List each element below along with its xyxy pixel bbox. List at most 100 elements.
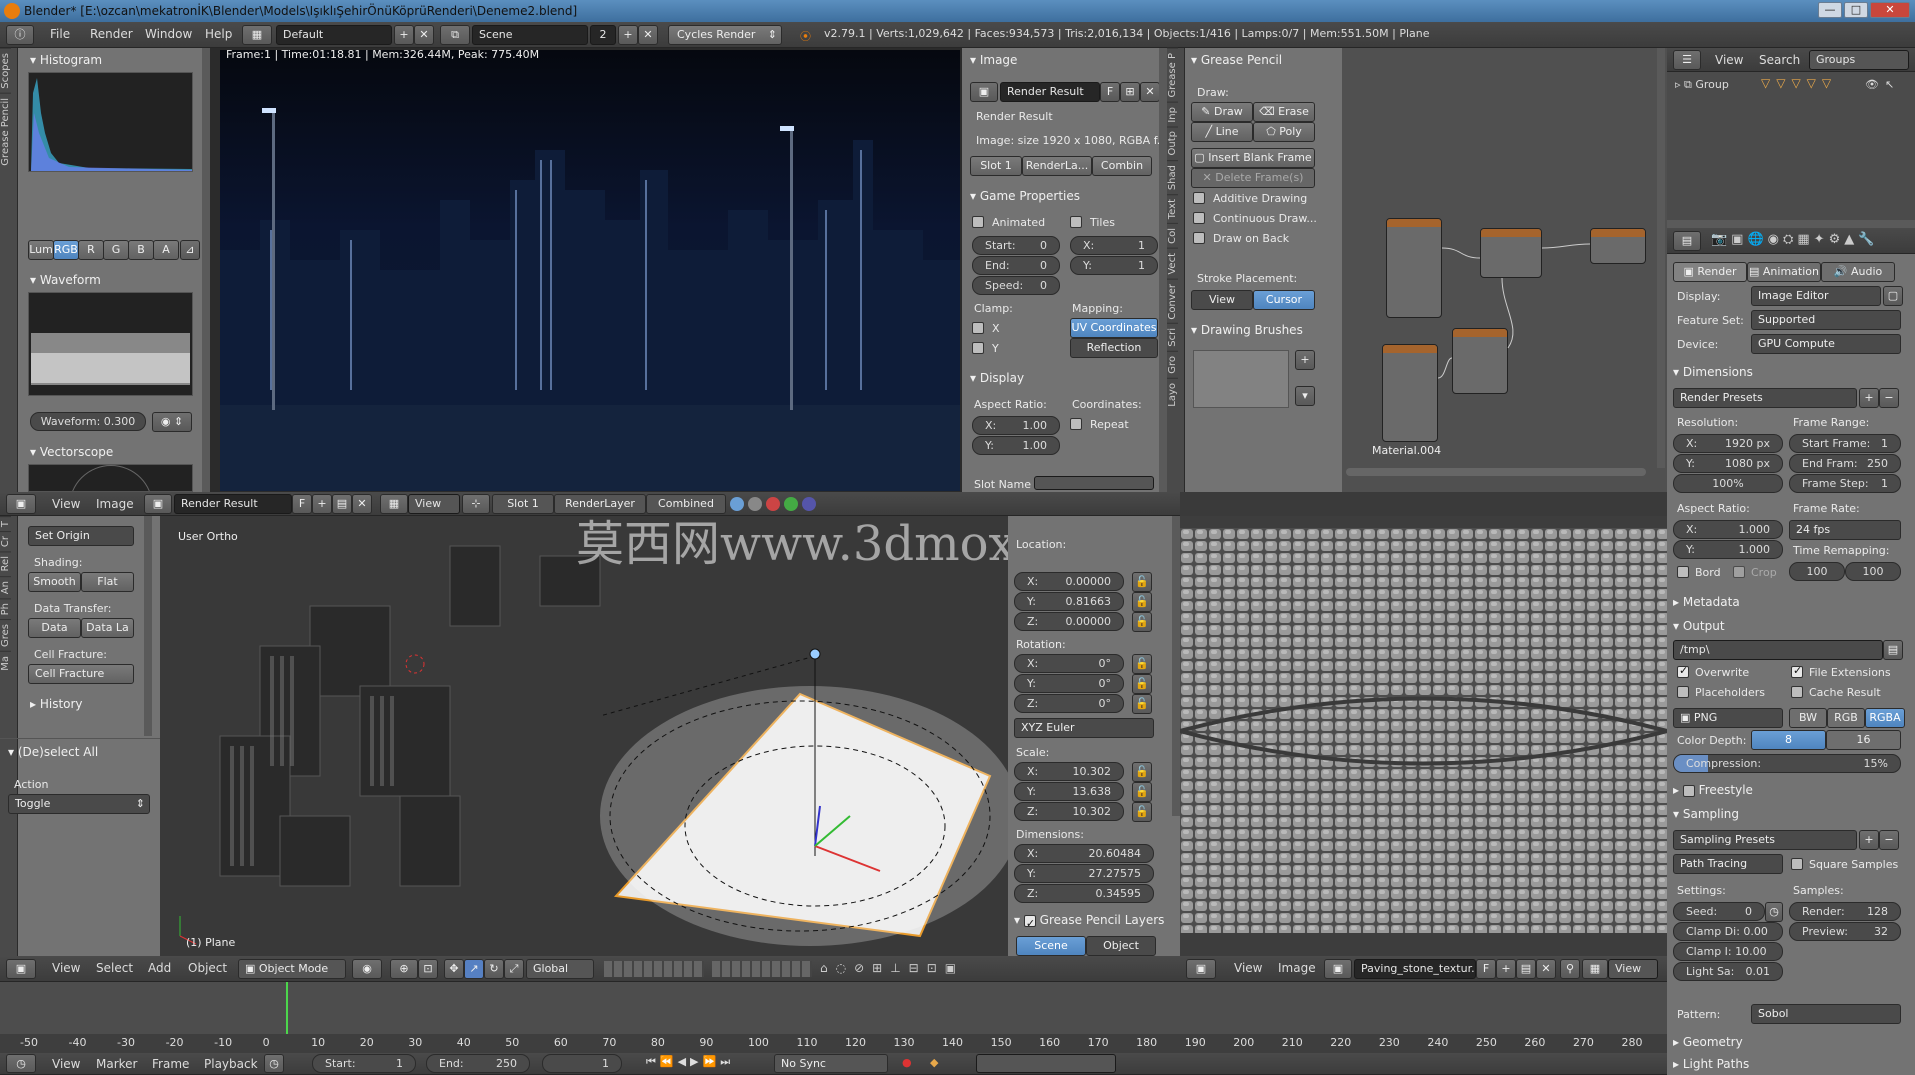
- shade-flat-button[interactable]: Flat: [81, 572, 134, 592]
- rotation-x-field[interactable]: X: 0°: [1014, 654, 1124, 673]
- texture-view-mode[interactable]: View: [1608, 959, 1658, 979]
- image-view-mode[interactable]: View: [408, 494, 460, 514]
- insert-blank-frame-button[interactable]: ▢ Insert Blank Frame: [1191, 148, 1315, 168]
- brush-list[interactable]: [1193, 350, 1289, 408]
- waveform-color-icon[interactable]: ◉ ⇕: [152, 412, 192, 432]
- remove-preset-icon[interactable]: −: [1879, 388, 1899, 408]
- proportional-icon[interactable]: ⊡: [418, 959, 438, 979]
- add-layout-icon[interactable]: +: [394, 25, 414, 45]
- tab-output[interactable]: Outp: [1167, 126, 1178, 160]
- maximize-button[interactable]: □: [1844, 2, 1868, 18]
- channel-lum[interactable]: Lum: [28, 240, 54, 260]
- scopes-scrollbar[interactable]: [202, 48, 210, 492]
- color-rgb-button[interactable]: RGB: [1827, 708, 1865, 728]
- image-menu-view[interactable]: View: [52, 492, 80, 516]
- repeat-checkbox[interactable]: [1070, 418, 1082, 430]
- slot-name-field[interactable]: [1034, 476, 1154, 490]
- tab-grease-pencil[interactable]: Grease Pencil: [0, 92, 11, 170]
- lock-scale-x-icon[interactable]: 🔓: [1132, 762, 1152, 782]
- image-menu-image[interactable]: Image: [96, 492, 134, 516]
- timeline-menu-marker[interactable]: Marker: [96, 1053, 137, 1075]
- tiles-checkbox[interactable]: [1070, 216, 1082, 228]
- node-editor[interactable]: Material.004: [1342, 48, 1667, 492]
- grease-pencil-title[interactable]: ▾ Grease Pencil: [1191, 50, 1282, 70]
- node-hscrollbar[interactable]: [1346, 468, 1646, 476]
- texture-new-icon[interactable]: +: [1496, 959, 1516, 979]
- texture-image-field[interactable]: Paving_stone_textur...: [1354, 959, 1476, 979]
- scene-field[interactable]: Scene: [472, 25, 588, 45]
- animated-checkbox[interactable]: [972, 216, 984, 228]
- resolution-x-field[interactable]: X: 1920 px: [1673, 434, 1783, 453]
- grease-pencil-layers-title[interactable]: ▾ Grease Pencil Layers: [1014, 910, 1164, 930]
- tab-ma[interactable]: Ma: [0, 651, 11, 675]
- aspect-x-field[interactable]: X: 1.00: [972, 416, 1060, 435]
- open-image-icon[interactable]: ⊞: [1120, 82, 1140, 102]
- dimension-z-field[interactable]: Z: 0.34595: [1014, 884, 1154, 903]
- remove-layout-icon[interactable]: ✕: [414, 25, 434, 45]
- image-editor-type-icon[interactable]: ▣: [6, 494, 36, 514]
- render-pass-dropdown[interactable]: Combin: [1092, 156, 1152, 176]
- clamp-x-checkbox[interactable]: [972, 322, 984, 334]
- overwrite-checkbox[interactable]: [1677, 666, 1689, 678]
- sampling-presets-dropdown[interactable]: Sampling Presets: [1673, 830, 1857, 850]
- viewport-menu-select[interactable]: Select: [96, 956, 133, 980]
- uv-coordinates-button[interactable]: UV Coordinates: [1070, 318, 1158, 338]
- aspect-y-field[interactable]: Y: 1.000: [1673, 540, 1783, 559]
- stroke-cursor-button[interactable]: Cursor: [1253, 290, 1315, 310]
- channel-b[interactable]: B: [128, 240, 154, 260]
- 3d-viewport[interactable]: User Ortho (1) Plane 莫西网www.3dmox.com: [160, 516, 1008, 956]
- draw-on-back-checkbox[interactable]: [1193, 232, 1205, 244]
- border-checkbox[interactable]: [1677, 566, 1689, 578]
- gp-line-button[interactable]: ╱ Line: [1191, 122, 1253, 142]
- waveform-opacity[interactable]: Waveform: 0.300: [30, 412, 146, 431]
- rotation-mode-dropdown[interactable]: XYZ Euler: [1014, 718, 1154, 738]
- outliner-group-row[interactable]: ▹ ⧉ Group: [1675, 78, 1729, 92]
- display-dropdown[interactable]: Image Editor: [1751, 286, 1881, 306]
- outliner-scrollbar[interactable]: [1667, 220, 1915, 228]
- game-properties-title[interactable]: ▾ Game Properties: [970, 186, 1080, 206]
- remove-sampling-preset-icon[interactable]: −: [1879, 830, 1899, 850]
- lock-location-y-icon[interactable]: 🔓: [1132, 592, 1152, 612]
- tab-texture[interactable]: Text: [1167, 193, 1178, 224]
- dimensions-title[interactable]: ▾ Dimensions: [1673, 362, 1753, 382]
- render-samples-field[interactable]: Render: 128: [1789, 902, 1901, 921]
- image-browse-icon[interactable]: ▣: [144, 494, 172, 514]
- timeline-editor-icon[interactable]: ◷: [6, 1054, 36, 1073]
- browse-output-icon[interactable]: ▤: [1883, 640, 1903, 660]
- tab-shader[interactable]: Shad: [1167, 159, 1178, 194]
- minimize-button[interactable]: —: [1818, 2, 1842, 18]
- image-fake-user-button[interactable]: F: [292, 494, 312, 514]
- texture-mode-icon[interactable]: ▦: [1582, 959, 1608, 979]
- outliner-display-mode[interactable]: Groups: [1809, 50, 1909, 70]
- square-samples-checkbox[interactable]: [1791, 858, 1803, 870]
- add-scene-icon[interactable]: +: [618, 25, 638, 45]
- rotation-z-field[interactable]: Z: 0°: [1014, 694, 1124, 713]
- render-engine-dropdown[interactable]: Cycles Render ⇕: [668, 25, 782, 45]
- scale-y-field[interactable]: Y: 13.638: [1014, 782, 1124, 801]
- image-type-icon[interactable]: ▣: [970, 82, 998, 102]
- channel-g[interactable]: G: [103, 240, 129, 260]
- lock-scale-z-icon[interactable]: 🔓: [1132, 802, 1152, 822]
- set-origin-dropdown[interactable]: Set Origin: [28, 526, 134, 546]
- current-frame-line[interactable]: [286, 982, 288, 1034]
- rotate-manipulator-icon[interactable]: ↻: [484, 959, 504, 979]
- preview-samples-field[interactable]: Preview: 32: [1789, 922, 1901, 941]
- layer-buttons-2[interactable]: [712, 961, 812, 977]
- layout-icon[interactable]: ▦: [242, 25, 272, 45]
- properties-editor-icon[interactable]: ▤: [1673, 231, 1701, 251]
- snap-render-icons[interactable]: ⌂◌⊘⊞⊥⊟⊡▣: [820, 961, 1080, 977]
- properties-context-icons[interactable]: 📷▣🌐◉⛭▦✦⚙▲🔧: [1711, 232, 1878, 247]
- timeline[interactable]: -50 -40 -30 -20 -10 0 10 20 30 40 50 60 70 80 90 100 110…: [0, 982, 1667, 1053]
- output-title[interactable]: ▾ Output: [1673, 616, 1725, 636]
- image-pass-dropdown[interactable]: Combined: [646, 494, 726, 514]
- fake-user-button[interactable]: F: [1100, 82, 1120, 102]
- lock-rotation-x-icon[interactable]: 🔓: [1132, 654, 1152, 674]
- rotation-y-field[interactable]: Y: 0°: [1014, 674, 1124, 693]
- texture-browse-icon[interactable]: ▣: [1324, 959, 1352, 979]
- menu-window[interactable]: Window: [145, 22, 192, 46]
- shade-smooth-button[interactable]: Smooth: [28, 572, 81, 592]
- frame-step-field[interactable]: Frame Step: 1: [1789, 474, 1901, 493]
- viewport-menu-add[interactable]: Add: [148, 956, 171, 980]
- log-scale-icon[interactable]: ⊿: [180, 240, 200, 260]
- clamp-direct-field[interactable]: Clamp Di: 0.00: [1673, 922, 1783, 941]
